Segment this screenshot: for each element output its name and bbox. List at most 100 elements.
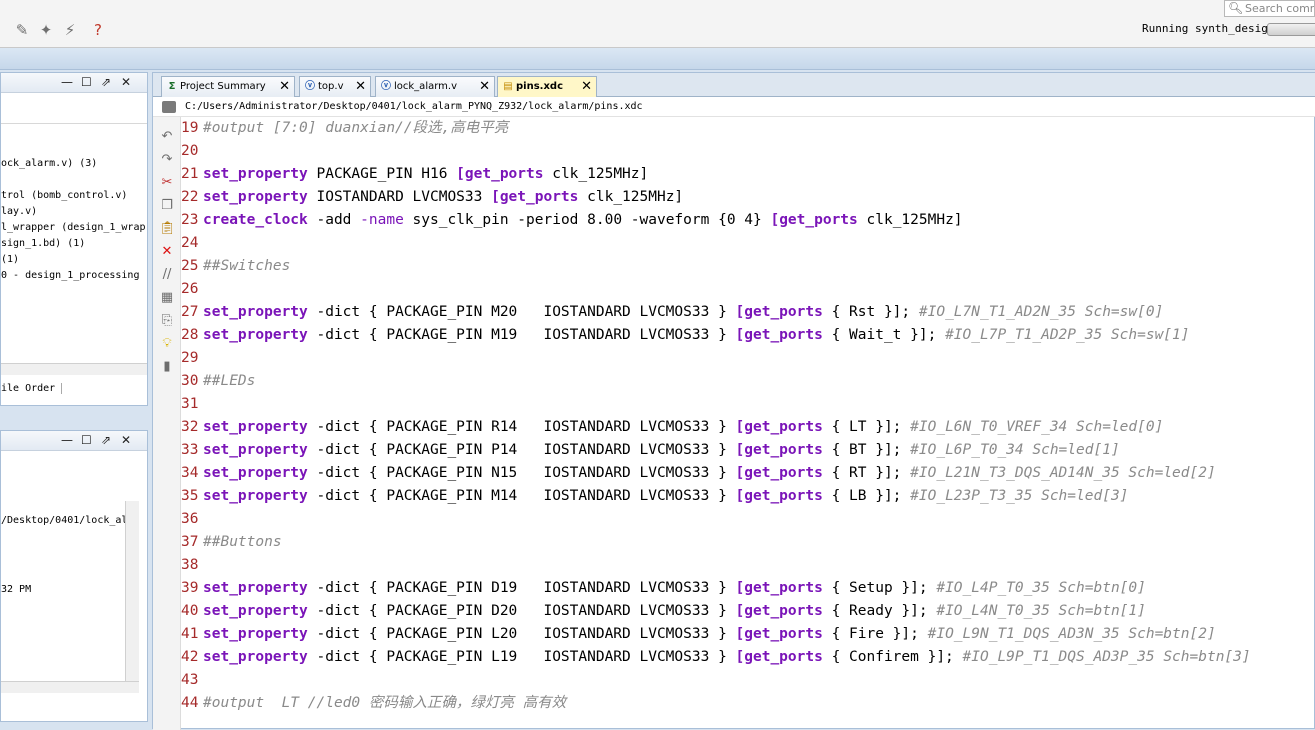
line-number: 21 [181, 166, 199, 182]
close-tab-icon[interactable]: ✕ [279, 77, 290, 96]
block-select-icon[interactable]: ▦ [159, 290, 175, 306]
undo-icon[interactable]: ↶ [159, 129, 175, 145]
code-token: set_property [203, 442, 308, 458]
code-line[interactable]: 33 set_property -dict { PACKAGE_PIN P14 I… [181, 439, 1120, 462]
flow-band [0, 48, 1315, 70]
copy-icon[interactable]: ❐ [159, 198, 175, 214]
code-token: -dict { PACKAGE_PIN N15 IOSTANDARD LVCMO… [307, 465, 736, 481]
redo-icon[interactable]: ↷ [159, 152, 175, 168]
lightbulb-icon[interactable]: 💡︎ [159, 336, 175, 352]
editor-side-toolbar: ↶ ↷ ✂ ❐ 📋︎ ✕ // ▦ ⎘ 💡︎ ▮ [153, 117, 181, 730]
run-tool-icon[interactable]: ✎ [12, 20, 32, 40]
code-token: clk_125MHz] [543, 166, 649, 182]
close-panel-button[interactable]: ✕ [121, 433, 131, 447]
horizontal-scrollbar[interactable] [1, 681, 139, 693]
code-token: set_property [203, 488, 308, 504]
tree-item[interactable]: 0 - design_1_processing [1, 270, 139, 281]
tab-top-v[interactable]: ⓥ top.v ✕ [299, 76, 371, 97]
code-line[interactable]: 27 set_property -dict { PACKAGE_PIN M20 I… [181, 301, 1163, 324]
minimize-button[interactable]: — [61, 75, 73, 89]
insert-template-icon[interactable]: ⎘ [159, 313, 175, 329]
code-line[interactable]: 42 set_property -dict { PACKAGE_PIN L19 I… [181, 646, 1251, 669]
tab-file-order[interactable]: ile Order [1, 383, 63, 394]
code-line[interactable]: 34 set_property -dict { PACKAGE_PIN N15 I… [181, 462, 1216, 485]
code-line[interactable]: 39 set_property -dict { PACKAGE_PIN D19 I… [181, 577, 1146, 600]
dropdown-edge[interactable]: ▏ [0, 20, 12, 40]
code-line[interactable]: 29 [181, 347, 203, 370]
properties-panel-header: — ☐ ⇗ ✕ [1, 431, 147, 451]
code-line[interactable]: 30 ##LEDs [181, 370, 255, 393]
code-line[interactable]: 24 [181, 232, 203, 255]
line-number: 20 [181, 143, 199, 159]
code-line[interactable]: 31 [181, 393, 203, 416]
paste-icon[interactable]: 📋︎ [159, 221, 176, 237]
code-token: -dict { PACKAGE_PIN P14 IOSTANDARD LVCMO… [307, 442, 736, 458]
tree-item[interactable]: lay.v) [1, 206, 37, 217]
code-token: #IO_L9N_T1_DQS_AD3N_35 Sch=btn[2] [927, 626, 1216, 642]
code-line[interactable]: 36 [181, 508, 203, 531]
tree-item[interactable]: trol (bomb_control.v) [1, 190, 127, 201]
properties-panel: — ☐ ⇗ ✕ /Desktop/0401/lock_al 32 PM [0, 430, 148, 722]
save-file-icon[interactable] [162, 101, 176, 113]
tree-item[interactable]: l_wrapper (design_1_wrap [1, 222, 146, 233]
code-line[interactable]: 28 set_property -dict { PACKAGE_PIN M19 I… [181, 324, 1190, 347]
code-token: { Fire }]; [822, 626, 928, 642]
code-line[interactable]: 21 set_property PACKAGE_PIN H16 [get_port… [181, 163, 648, 186]
tab-project-summary[interactable]: Σ Project Summary ✕ [161, 76, 295, 97]
code-token: set_property [203, 626, 308, 642]
close-panel-button[interactable]: ✕ [121, 75, 131, 89]
code-token: set_property [203, 327, 308, 343]
search-input[interactable]: 🔍︎ Search comm [1224, 0, 1315, 17]
code-token: set_property [203, 189, 308, 205]
maximize-button[interactable]: ☐ [81, 75, 92, 89]
tree-item[interactable]: sign_1.bd) (1) [1, 238, 85, 249]
code-area[interactable]: 19 #output [7:0] duanxian//段选,高电平亮 20 21 set… [181, 117, 1314, 728]
code-line[interactable]: 43 [181, 669, 203, 692]
code-token: { LT }]; [822, 419, 911, 435]
minimize-button[interactable]: — [61, 433, 73, 447]
tree-item[interactable]: (1) [1, 254, 19, 265]
settings-tool-icon[interactable]: ✦ [36, 20, 56, 40]
comment-icon[interactable]: // [159, 267, 175, 283]
verilog-file-icon: ⓥ [305, 81, 315, 92]
debug-tool-icon[interactable]: ⚡ [60, 20, 80, 40]
horizontal-scrollbar[interactable] [1, 363, 147, 375]
close-tab-icon[interactable]: ✕ [479, 77, 490, 96]
code-line[interactable]: 40 set_property -dict { PACKAGE_PIN D20 I… [181, 600, 1146, 623]
float-button[interactable]: ⇗ [101, 433, 111, 447]
sources-panel-header: — ☐ ⇗ ✕ [1, 73, 147, 93]
code-line[interactable]: 20 [181, 140, 203, 163]
tab-pins-xdc[interactable]: ▤ pins.xdc ✕ [497, 76, 597, 98]
tab-lock-alarm-v[interactable]: ⓥ lock_alarm.v ✕ [375, 76, 495, 97]
help-icon[interactable]: ? [88, 20, 108, 40]
tree-item[interactable]: ock_alarm.v) (3) [1, 158, 97, 169]
code-line[interactable]: 35 set_property -dict { PACKAGE_PIN M14 I… [181, 485, 1128, 508]
code-line[interactable]: 38 [181, 554, 203, 577]
code-line[interactable]: 44 #output LT //led0 密码输入正确，绿灯亮 高有效 [181, 692, 566, 715]
code-token: #output [7:0] duanxian//段选,高电平亮 [203, 120, 509, 136]
close-tab-icon[interactable]: ✕ [355, 77, 366, 96]
code-line[interactable]: 32 set_property -dict { PACKAGE_PIN R14 I… [181, 416, 1163, 439]
vertical-scrollbar[interactable] [125, 501, 139, 681]
code-line[interactable]: 25 ##Switches [181, 255, 290, 278]
delete-icon[interactable]: ✕ [159, 244, 175, 260]
code-token: #IO_L7P_T1_AD2P_35 Sch=sw[1] [945, 327, 1190, 343]
code-token: #IO_L6P_T0_34 Sch=led[1] [910, 442, 1120, 458]
code-token: #IO_L6N_T0_VREF_34 Sch=led[0] [910, 419, 1164, 435]
code-token: #IO_L9P_T1_DQS_AD3P_35 Sch=btn[3] [962, 649, 1251, 665]
code-token: IOSTANDARD LVCMOS33 [307, 189, 492, 205]
float-button[interactable]: ⇗ [101, 75, 111, 89]
code-line[interactable]: 37 ##Buttons [181, 531, 282, 554]
maximize-button[interactable]: ☐ [81, 433, 92, 447]
code-line[interactable]: 19 #output [7:0] duanxian//段选,高电平亮 [181, 117, 508, 140]
code-token: { Wait_t }]; [822, 327, 946, 343]
code-line[interactable]: 41 set_property -dict { PACKAGE_PIN L20 I… [181, 623, 1216, 646]
code-line[interactable]: 26 [181, 278, 203, 301]
run-progress-bar [1267, 23, 1315, 36]
close-tab-icon[interactable]: ✕ [581, 77, 592, 96]
bookmark-icon[interactable]: ▮ [159, 359, 175, 375]
line-number: 26 [181, 281, 199, 297]
code-line[interactable]: 23 create_clock -add -name sys_clk_pin -p… [181, 209, 963, 232]
cut-icon[interactable]: ✂ [159, 175, 175, 191]
code-line[interactable]: 22 set_property IOSTANDARD LVCMOS33 [get_… [181, 186, 683, 209]
